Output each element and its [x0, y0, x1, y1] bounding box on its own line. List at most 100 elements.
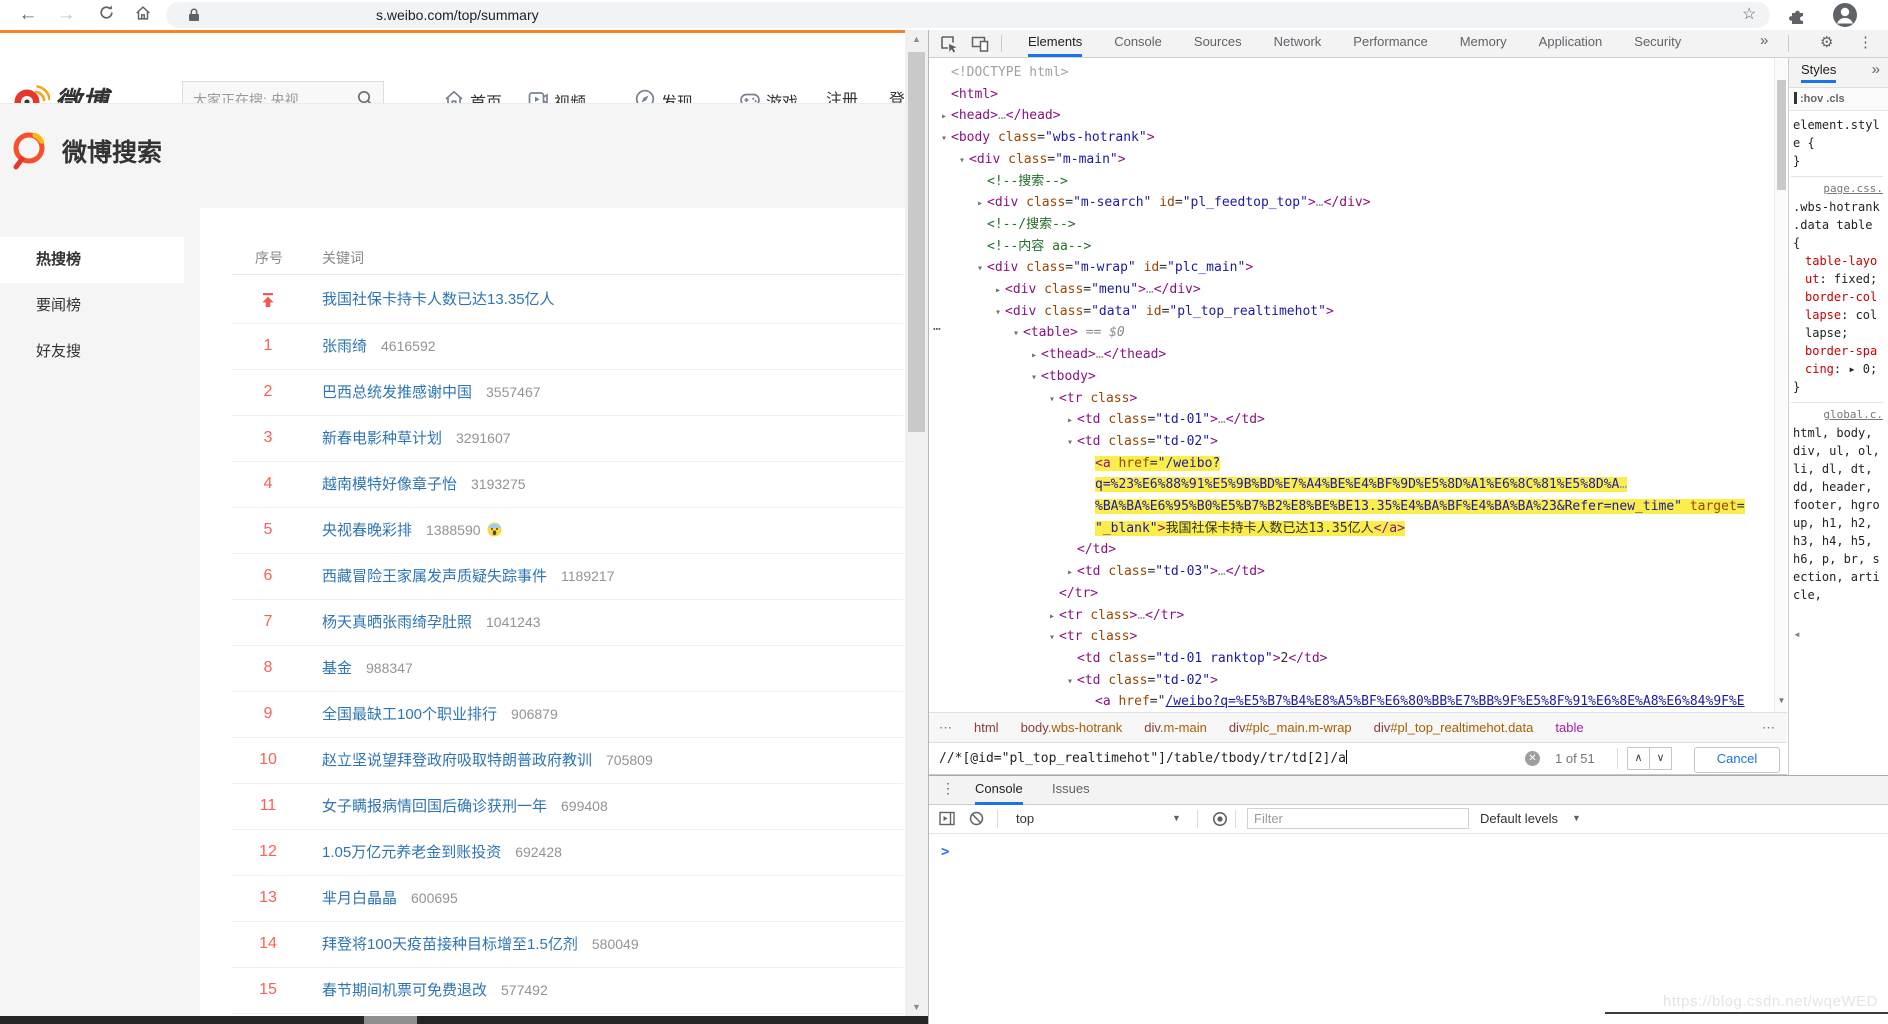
hot-keyword-link[interactable]: 西藏冒险王家属发声质疑失踪事件1189217	[322, 553, 614, 600]
console-levels-select[interactable]: Default levels	[1480, 811, 1558, 826]
refresh-icon[interactable]	[94, 4, 118, 28]
twisty-collapsed-icon[interactable]: ▸	[1045, 606, 1059, 628]
twisty-collapsed-icon[interactable]: ▸	[973, 193, 987, 215]
node-menu-dots[interactable]: ⋯	[933, 322, 941, 337]
clear-search-icon[interactable]: ✕	[1525, 751, 1540, 766]
hot-keyword-link[interactable]: 我国社保卡持卡人数已达13.35亿人	[322, 277, 555, 323]
css-declaration[interactable]: border-collapse: collapse;	[1805, 288, 1883, 342]
hot-keyword-link[interactable]: 1.05万亿元养老金到账投资692428	[322, 829, 562, 876]
drawer-tab-console[interactable]: Console	[975, 776, 1023, 805]
twisty-expanded-icon[interactable]: ▾	[955, 150, 969, 172]
css-declaration[interactable]: border-spacing: ▸ 0;	[1805, 342, 1883, 378]
hot-keyword-link[interactable]: 杨天真晒张雨绮孕肚照1041243	[322, 599, 541, 646]
previous-match-button[interactable]: ∧	[1627, 747, 1650, 770]
sidebar-item-2[interactable]: 要闻榜	[36, 283, 81, 329]
bookmark-star-icon[interactable]: ☆	[1742, 4, 1756, 24]
address-bar[interactable]: s.weibo.com/top/summary	[166, 2, 1770, 28]
twisty-collapsed-icon[interactable]: ▸	[1063, 410, 1077, 432]
page-scrollbar[interactable]: ▲ ▼	[905, 30, 928, 1016]
home-icon[interactable]	[131, 4, 155, 28]
devtools-tab-security[interactable]: Security	[1634, 30, 1681, 57]
devtools-tab-performance[interactable]: Performance	[1353, 30, 1427, 57]
breadcrumb-item[interactable]: div#plc_main.m-wrap	[1229, 720, 1352, 735]
hot-keyword-link[interactable]: 全国最缺工100个职业排行906879	[322, 691, 558, 738]
styles-filter-bar[interactable]: :hov .cls	[1789, 88, 1888, 111]
stylesheet-link[interactable]: global.c.	[1793, 406, 1883, 424]
page-scrollbar-thumb[interactable]	[908, 52, 925, 432]
device-toolbar-icon[interactable]	[971, 35, 989, 58]
back-icon[interactable]: ←	[16, 3, 40, 27]
scroll-down-icon[interactable]: ▼	[905, 1002, 928, 1012]
devtools-tab-application[interactable]: Application	[1539, 30, 1603, 57]
twisty-collapsed-icon[interactable]: ▸	[937, 106, 951, 128]
elements-scrollbar[interactable]: ▼	[1774, 58, 1787, 712]
console-filter-input[interactable]	[1247, 808, 1469, 829]
next-match-button[interactable]: ∨	[1649, 747, 1672, 770]
devtools-menu-kebab-icon[interactable]: ⋮	[1858, 33, 1873, 51]
forward-icon[interactable]: →	[54, 3, 78, 27]
clear-console-icon[interactable]	[969, 811, 984, 831]
hot-keyword-link[interactable]: 赵立坚说望拜登政府吸取特朗普政府教训705809	[322, 737, 653, 784]
twisty-expanded-icon[interactable]: ▾	[1045, 389, 1059, 411]
devtools-tab-network[interactable]: Network	[1274, 30, 1322, 57]
cancel-search-button[interactable]: Cancel	[1694, 747, 1780, 773]
console-context-select[interactable]: top	[1016, 811, 1034, 826]
console-prompt-chevron[interactable]: >	[941, 844, 949, 860]
twisty-expanded-icon[interactable]: ▾	[1045, 627, 1059, 649]
devtools-tab-console[interactable]: Console	[1114, 30, 1162, 57]
inspect-element-icon[interactable]	[940, 35, 958, 58]
hot-keyword-link[interactable]: 拜登将100天疫苗接种目标增至1.5亿剂580049	[322, 921, 639, 968]
drawer-menu-kebab-icon[interactable]: ⋮	[941, 780, 955, 797]
breadcrumb-item[interactable]: div#pl_top_realtimehot.data	[1374, 720, 1534, 735]
stylesheet-link[interactable]: page.css.	[1793, 180, 1883, 198]
scroll-up-icon[interactable]: ▲	[905, 34, 928, 44]
sidebar-item-3[interactable]: 好友搜	[36, 329, 81, 375]
hot-keyword-link[interactable]: 越南模特好像章子怡3193275	[322, 461, 526, 508]
drawer-tab-issues[interactable]: Issues	[1052, 776, 1090, 802]
tab-styles[interactable]: Styles	[1801, 62, 1836, 83]
elements-scroll-down-icon[interactable]: ▼	[1775, 696, 1788, 705]
devtools-tab-memory[interactable]: Memory	[1460, 30, 1507, 57]
more-tabs-chevron[interactable]: »	[1760, 32, 1768, 49]
live-expression-eye-icon[interactable]	[1212, 811, 1228, 832]
breadcrumb-overflow-right[interactable]: ⋯	[1756, 720, 1775, 736]
hot-keyword-link[interactable]: 芈月白晶晶600695	[322, 875, 458, 922]
hot-keyword-link[interactable]: 巴西总统发推感谢中国3557467	[322, 369, 541, 416]
search-query-input[interactable]: //*[@id="pl_top_realtimehot"]/table/tbod…	[939, 750, 1347, 766]
code-token: class	[1108, 673, 1147, 688]
twisty-expanded-icon[interactable]: ▾	[937, 128, 951, 150]
css-declaration[interactable]: table-layout: fixed;	[1805, 252, 1883, 288]
styles-scroll-left-icon[interactable]: ◄	[1793, 630, 1801, 639]
styles-more-chevron[interactable]: »	[1872, 61, 1880, 78]
css-close-brace: }	[1793, 152, 1883, 170]
hot-keyword-link[interactable]: 基金988347	[322, 645, 413, 692]
twisty-expanded-icon[interactable]: ▾	[973, 258, 987, 280]
breadcrumb-item[interactable]: table	[1555, 720, 1583, 735]
console-sidebar-toggle-icon[interactable]	[939, 811, 955, 831]
twisty-collapsed-icon[interactable]: ▸	[1027, 345, 1041, 367]
hot-keyword-link[interactable]: 央视春晚彩排1388590	[322, 507, 502, 556]
twisty-expanded-icon[interactable]: ▾	[1063, 671, 1077, 693]
breadcrumb-item[interactable]: div.m-main	[1144, 720, 1207, 735]
twisty-collapsed-icon[interactable]: ▸	[991, 280, 1005, 302]
breadcrumb-item[interactable]: html	[974, 720, 999, 735]
code-token[interactable]: /weibo?q=%E5%B7%B4%E8%A5%BF%E6%80%BB%E7%…	[1165, 694, 1744, 709]
devtools-settings-gear-icon[interactable]: ⚙	[1820, 33, 1833, 51]
twisty-collapsed-icon[interactable]: ▸	[1063, 562, 1077, 584]
hot-keyword-link[interactable]: 新春电影种草计划3291607	[322, 415, 511, 462]
twisty-expanded-icon[interactable]: ▾	[991, 302, 1005, 324]
twisty-expanded-icon[interactable]: ▾	[1009, 323, 1023, 345]
hot-keyword-link[interactable]: 女子瞒报病情回国后确诊获刑一年699408	[322, 783, 608, 830]
browser-profile-avatar[interactable]	[1832, 2, 1858, 33]
sidebar-item-1[interactable]: 热搜榜	[36, 237, 81, 283]
hot-keyword-link[interactable]: 张雨绮4616592	[322, 323, 436, 370]
devtools-tab-sources[interactable]: Sources	[1194, 30, 1242, 57]
devtools-tab-elements[interactable]: Elements	[1028, 30, 1082, 57]
hot-keyword-link[interactable]: 春节期间机票可免费退改577492	[322, 967, 548, 1014]
elements-scrollbar-thumb[interactable]	[1777, 80, 1786, 190]
extensions-puzzle-icon[interactable]	[1788, 5, 1808, 30]
breadcrumb-overflow-left[interactable]: ⋯	[939, 720, 952, 736]
twisty-expanded-icon[interactable]: ▾	[1063, 432, 1077, 454]
breadcrumb-item[interactable]: body.wbs-hotrank	[1021, 720, 1123, 735]
twisty-expanded-icon[interactable]: ▾	[1027, 367, 1041, 389]
